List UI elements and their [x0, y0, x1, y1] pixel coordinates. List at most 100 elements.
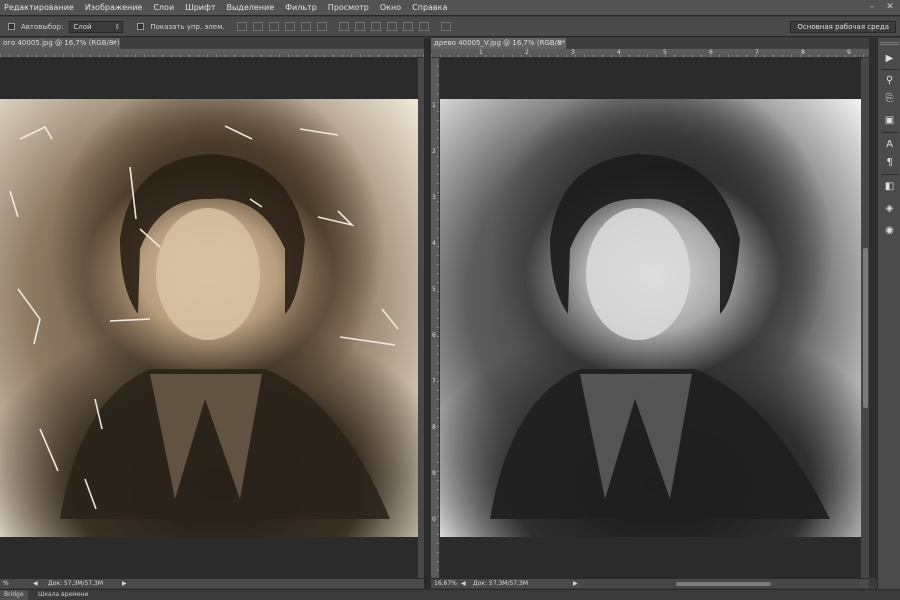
dock-grip[interactable] — [880, 42, 899, 45]
ruler-label: 9 — [847, 49, 851, 56]
menu-edit[interactable]: Редактирование — [4, 3, 74, 12]
ruler-horizontal-right: 1 2 3 4 5 6 7 8 9 — [431, 49, 869, 58]
auto-select-checkbox[interactable] — [8, 23, 15, 30]
ruler-label: 9 — [432, 470, 436, 477]
tab-left-document[interactable]: ого 40005.jpg @ 16,7% (RGB/8*) × — [0, 38, 120, 49]
ruler-label: 2 — [432, 148, 436, 155]
brush-preset-icon[interactable]: ⚲ — [882, 74, 897, 87]
dock-separator — [881, 69, 898, 70]
character-icon[interactable]: A — [882, 138, 897, 151]
scrollbar-thumb[interactable] — [863, 248, 868, 408]
ruler-label: 7 — [755, 49, 759, 56]
photoshop-window: Редактирование Изображение Слои Шрифт Вы… — [0, 0, 900, 600]
ruler-horizontal-left — [0, 49, 424, 58]
align-bottom-icon[interactable] — [268, 22, 279, 31]
distribute-bottom-icon[interactable] — [370, 22, 381, 31]
close-tab-icon[interactable]: × — [557, 38, 563, 49]
status-menu-arrow-icon[interactable]: ▶ — [573, 579, 578, 588]
doc-size-left: Док: 57,3M/57,3M — [48, 580, 104, 587]
ruler-label: 6 — [709, 49, 713, 56]
tab-timeline[interactable]: Шкала времени — [34, 590, 92, 600]
close-window-icon[interactable]: ✕ — [884, 2, 896, 13]
show-controls-label: Показать упр. элем. — [150, 22, 225, 31]
status-prev-arrow-icon[interactable]: ◀ — [33, 579, 38, 588]
photo-figure — [490, 154, 830, 519]
ruler-label: 1 — [432, 102, 436, 109]
adjustments-icon[interactable]: ◧ — [882, 180, 897, 193]
ruler-label: 7 — [432, 378, 436, 385]
history-icon[interactable]: ▣ — [882, 114, 897, 127]
workspace-switcher[interactable]: Основная рабочая среда — [790, 21, 896, 33]
ruler-label: 2 — [525, 49, 529, 56]
ruler-label: 8 — [801, 49, 805, 56]
tab-strip-right — [566, 38, 869, 49]
menu-layers[interactable]: Слои — [153, 3, 174, 12]
bottom-panel-bar: Bridge Шкала времени — [0, 589, 900, 600]
window-controls: – ✕ — [866, 2, 896, 13]
menu-help[interactable]: Справка — [412, 3, 447, 12]
dock-divider — [869, 38, 877, 578]
document-divider — [424, 38, 431, 589]
play-icon[interactable]: ▶ — [882, 52, 897, 65]
status-prev-arrow-icon[interactable]: ◀ — [461, 579, 466, 588]
ruler-vertical-right: 1 2 3 4 5 6 7 8 9 0 — [431, 58, 440, 578]
distribute-hcenter-icon[interactable] — [402, 22, 413, 31]
scrollbar-thumb[interactable] — [676, 582, 771, 586]
clone-source-icon[interactable]: ⎘ — [882, 92, 897, 105]
distribute-right-icon[interactable] — [418, 22, 429, 31]
status-menu-arrow-icon[interactable]: ▶ — [122, 579, 127, 588]
scrollbar-horizontal-right[interactable] — [581, 580, 861, 588]
menu-type[interactable]: Шрифт — [185, 3, 215, 12]
menu-view[interactable]: Просмотр — [328, 3, 369, 12]
layers-icon[interactable]: ◈ — [882, 202, 897, 215]
tab-right-document[interactable]: древо 40005_V.jpg @ 16,7% (RGB/8*) * × — [431, 38, 573, 49]
panel-dock: ▶ ⚲ ⎘ ▣ A ¶ ◧ ◈ ◉ — [877, 38, 900, 589]
align-left-icon[interactable] — [284, 22, 295, 31]
ruler-label: 3 — [432, 194, 436, 201]
ruler-label: 4 — [432, 240, 436, 247]
zoom-level-left[interactable]: % — [3, 579, 9, 588]
styles-icon[interactable]: ◉ — [882, 224, 897, 237]
distribute-left-icon[interactable] — [386, 22, 397, 31]
canvas-right[interactable] — [440, 58, 867, 578]
distribute-vcenter-icon[interactable] — [354, 22, 365, 31]
menu-window[interactable]: Окно — [380, 3, 401, 12]
menu-image[interactable]: Изображение — [85, 3, 143, 12]
tab-bridge[interactable]: Bridge — [0, 590, 28, 600]
dock-separator — [881, 132, 898, 133]
tab-left-title: ого 40005.jpg @ 16,7% (RGB/8*) — [3, 39, 120, 47]
ruler-label: 1 — [479, 49, 483, 56]
menu-select[interactable]: Выделение — [226, 3, 274, 12]
distribute-top-icon[interactable] — [338, 22, 349, 31]
close-tab-icon[interactable]: × — [111, 38, 117, 49]
tab-right-title: древо 40005_V.jpg @ 16,7% (RGB/8*) * — [434, 39, 574, 47]
options-bar: Автовыбор: Слой Показать упр. элем. Осно… — [0, 17, 900, 37]
ruler-label: 5 — [663, 49, 667, 56]
ruler-label: 0 — [432, 516, 436, 523]
ruler-label: 4 — [617, 49, 621, 56]
status-bar-left: % ◀ Док: 57,3M/57,3M ▶ — [0, 578, 424, 588]
ruler-label: 6 — [432, 332, 436, 339]
sepia-damaged-portrait-photo — [0, 99, 418, 537]
dock-separator — [881, 174, 898, 175]
menu-filter[interactable]: Фильтр — [285, 3, 317, 12]
restored-black-white-portrait-photo — [440, 99, 867, 537]
align-hcenter-icon[interactable] — [300, 22, 311, 31]
auto-select-label: Автовыбор: — [21, 22, 64, 31]
status-bar-right: 16,67% ◀ Док: 57,3M/57,3M ▶ — [431, 578, 869, 588]
zoom-level-right[interactable]: 16,67% — [434, 579, 457, 588]
ruler-label: 8 — [432, 424, 436, 431]
minimize-icon[interactable]: – — [866, 2, 878, 13]
photo-scratches — [9, 125, 399, 519]
show-transform-controls-checkbox[interactable] — [137, 23, 145, 30]
paragraph-icon[interactable]: ¶ — [882, 156, 897, 169]
align-right-icon[interactable] — [316, 22, 327, 31]
align-top-icon[interactable] — [236, 22, 247, 31]
auto-select-dropdown[interactable]: Слой — [69, 20, 124, 33]
doc-size-right: Док: 57,3M/57,3M — [473, 580, 529, 587]
auto-align-icon[interactable] — [440, 22, 451, 31]
ruler-label: 3 — [571, 49, 575, 56]
menu-bar: Редактирование Изображение Слои Шрифт Вы… — [0, 0, 900, 16]
align-vcenter-icon[interactable] — [252, 22, 263, 31]
canvas-left[interactable] — [0, 58, 418, 578]
